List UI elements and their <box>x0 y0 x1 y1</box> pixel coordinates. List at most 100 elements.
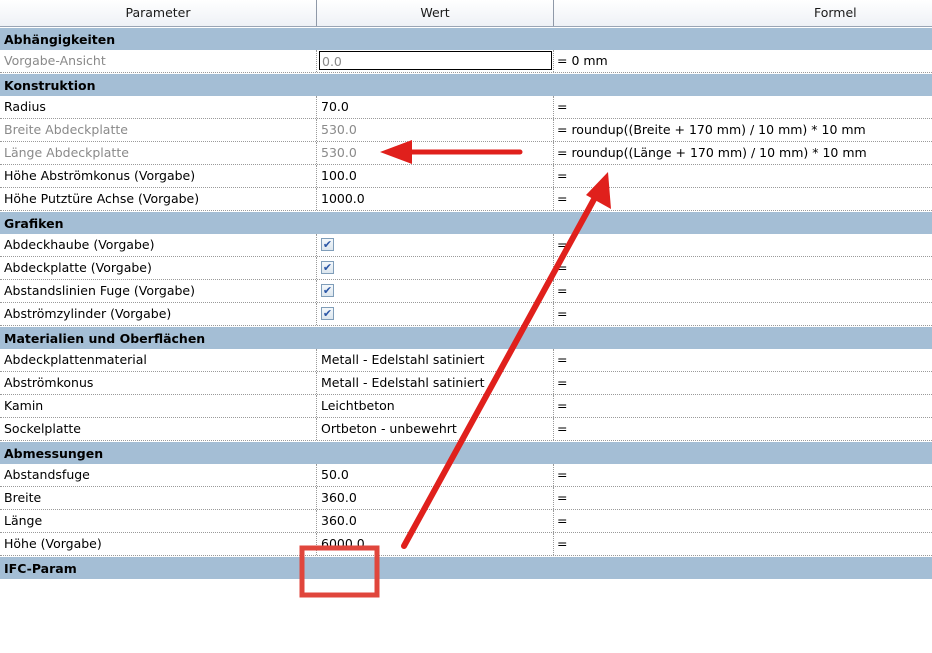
group-header[interactable]: Konstruktion <box>0 73 932 96</box>
group-header[interactable]: Materialien und Oberflächen <box>0 326 932 349</box>
column-divider <box>316 50 317 72</box>
parameter-name: Abstandslinien Fuge (Vorgabe) <box>4 283 196 298</box>
checkbox[interactable]: ✔ <box>321 284 334 297</box>
parameter-name: Abdeckhaube (Vorgabe) <box>4 237 155 252</box>
table-row: Abdeckhaube (Vorgabe) ✔ = <box>0 234 932 257</box>
table-row: Höhe Putztüre Achse (Vorgabe) 1000.0 = <box>0 188 932 211</box>
column-divider <box>553 188 554 210</box>
column-divider <box>316 395 317 417</box>
table-row: Breite Abdeckplatte 530.0 = roundup((Breit… <box>0 119 932 142</box>
value-input[interactable]: 0.0 <box>319 51 552 70</box>
group-header[interactable]: Grafiken <box>0 211 932 234</box>
formula-cell[interactable]: = <box>557 418 929 440</box>
formula-cell[interactable]: = <box>557 487 929 509</box>
value-cell[interactable]: 100.0 <box>321 165 553 187</box>
column-divider <box>316 234 317 256</box>
properties-table: Parameter Wert Formel Abhängigkeiten Vorg… <box>0 0 932 579</box>
formula-cell[interactable]: = <box>557 510 929 532</box>
checkbox[interactable]: ✔ <box>321 238 334 251</box>
parameter-name: Höhe Abströmkonus (Vorgabe) <box>4 168 196 183</box>
checkbox[interactable]: ✔ <box>321 261 334 274</box>
formula-cell[interactable]: = <box>557 257 929 279</box>
value-cell[interactable]: 360.0 <box>321 510 553 532</box>
checkbox[interactable]: ✔ <box>321 307 334 320</box>
table-row: Vorgabe-Ansicht 0.0 = 0 mm <box>0 50 932 73</box>
formula-cell[interactable]: = <box>557 96 929 118</box>
parameter-name: Abstandsfuge <box>4 467 90 482</box>
formula-cell[interactable]: = 0 mm <box>557 50 929 72</box>
value-cell[interactable]: Metall - Edelstahl satiniert <box>321 349 553 371</box>
column-divider <box>316 96 317 118</box>
column-divider <box>553 119 554 141</box>
parameter-name: Radius <box>4 99 46 114</box>
column-divider <box>316 188 317 210</box>
value-cell[interactable]: Metall - Edelstahl satiniert <box>321 372 553 394</box>
value-cell[interactable]: 530.0 <box>321 119 553 141</box>
value-cell[interactable]: 1000.0 <box>321 188 553 210</box>
formula-cell[interactable]: = <box>557 464 929 486</box>
header-formel[interactable]: Formel <box>554 0 932 26</box>
column-divider <box>553 533 554 555</box>
table-row: Radius 70.0 = <box>0 96 932 119</box>
column-divider <box>553 510 554 532</box>
formula-cell[interactable]: = <box>557 165 929 187</box>
parameter-name: Abdeckplatte (Vorgabe) <box>4 260 152 275</box>
parameter-name: Sockelplatte <box>4 421 81 436</box>
column-divider <box>553 234 554 256</box>
formula-cell[interactable]: = <box>557 303 929 325</box>
parameter-name: Höhe (Vorgabe) <box>4 536 102 551</box>
table-row: Abdeckplattenmaterial Metall - Edelstahl … <box>0 349 932 372</box>
parameter-name: Breite Abdeckplatte <box>4 122 128 137</box>
table-header: Parameter Wert Formel <box>0 0 932 27</box>
column-divider <box>553 372 554 394</box>
column-divider <box>316 418 317 440</box>
formula-cell[interactable]: = <box>557 533 929 555</box>
parameter-name: Breite <box>4 490 42 505</box>
value-cell[interactable]: Ortbeton - unbewehrt <box>321 418 553 440</box>
parameter-name: Kamin <box>4 398 44 413</box>
column-divider <box>316 280 317 302</box>
header-wert[interactable]: Wert <box>317 0 553 26</box>
value-cell[interactable]: 6000.0 <box>321 533 553 555</box>
formula-cell[interactable]: = <box>557 349 929 371</box>
column-divider <box>553 349 554 371</box>
value-cell[interactable]: 70.0 <box>321 96 553 118</box>
column-divider <box>553 50 554 72</box>
table-row: Höhe (Vorgabe) 6000.0 = <box>0 533 932 556</box>
column-divider <box>316 349 317 371</box>
parameter-name: Abströmzylinder (Vorgabe) <box>4 306 172 321</box>
column-divider <box>316 142 317 164</box>
parameter-name: Höhe Putztüre Achse (Vorgabe) <box>4 191 200 206</box>
column-divider <box>316 165 317 187</box>
formula-cell[interactable]: = <box>557 395 929 417</box>
column-divider <box>316 510 317 532</box>
table-row: Länge 360.0 = <box>0 510 932 533</box>
column-divider <box>553 487 554 509</box>
table-body: Abhängigkeiten Vorgabe-Ansicht 0.0 = 0 mm Ko… <box>0 27 932 579</box>
group-header[interactable]: IFC-Param <box>0 556 932 579</box>
column-divider <box>553 464 554 486</box>
column-divider <box>553 142 554 164</box>
column-divider <box>316 464 317 486</box>
formula-cell[interactable]: = <box>557 188 929 210</box>
parameter-name: Vorgabe-Ansicht <box>4 53 106 68</box>
column-divider <box>316 533 317 555</box>
column-divider <box>316 119 317 141</box>
table-row: Kamin Leichtbeton = <box>0 395 932 418</box>
formula-cell[interactable]: = roundup((Länge + 170 mm) / 10 mm) * 10… <box>557 142 929 164</box>
value-cell[interactable]: Leichtbeton <box>321 395 553 417</box>
formula-cell[interactable]: = <box>557 280 929 302</box>
table-row: Abstandsfuge 50.0 = <box>0 464 932 487</box>
table-row: Breite 360.0 = <box>0 487 932 510</box>
parameter-name: Länge <box>4 513 43 528</box>
column-divider <box>553 165 554 187</box>
formula-cell[interactable]: = roundup((Breite + 170 mm) / 10 mm) * 1… <box>557 119 929 141</box>
column-divider <box>553 303 554 325</box>
table-row: Abströmzylinder (Vorgabe) ✔ = <box>0 303 932 326</box>
formula-cell[interactable]: = <box>557 234 929 256</box>
column-divider <box>316 487 317 509</box>
group-header[interactable]: Abhängigkeiten <box>0 27 932 50</box>
group-header[interactable]: Abmessungen <box>0 441 932 464</box>
formula-cell[interactable]: = <box>557 372 929 394</box>
header-parameter[interactable]: Parameter <box>0 0 316 26</box>
